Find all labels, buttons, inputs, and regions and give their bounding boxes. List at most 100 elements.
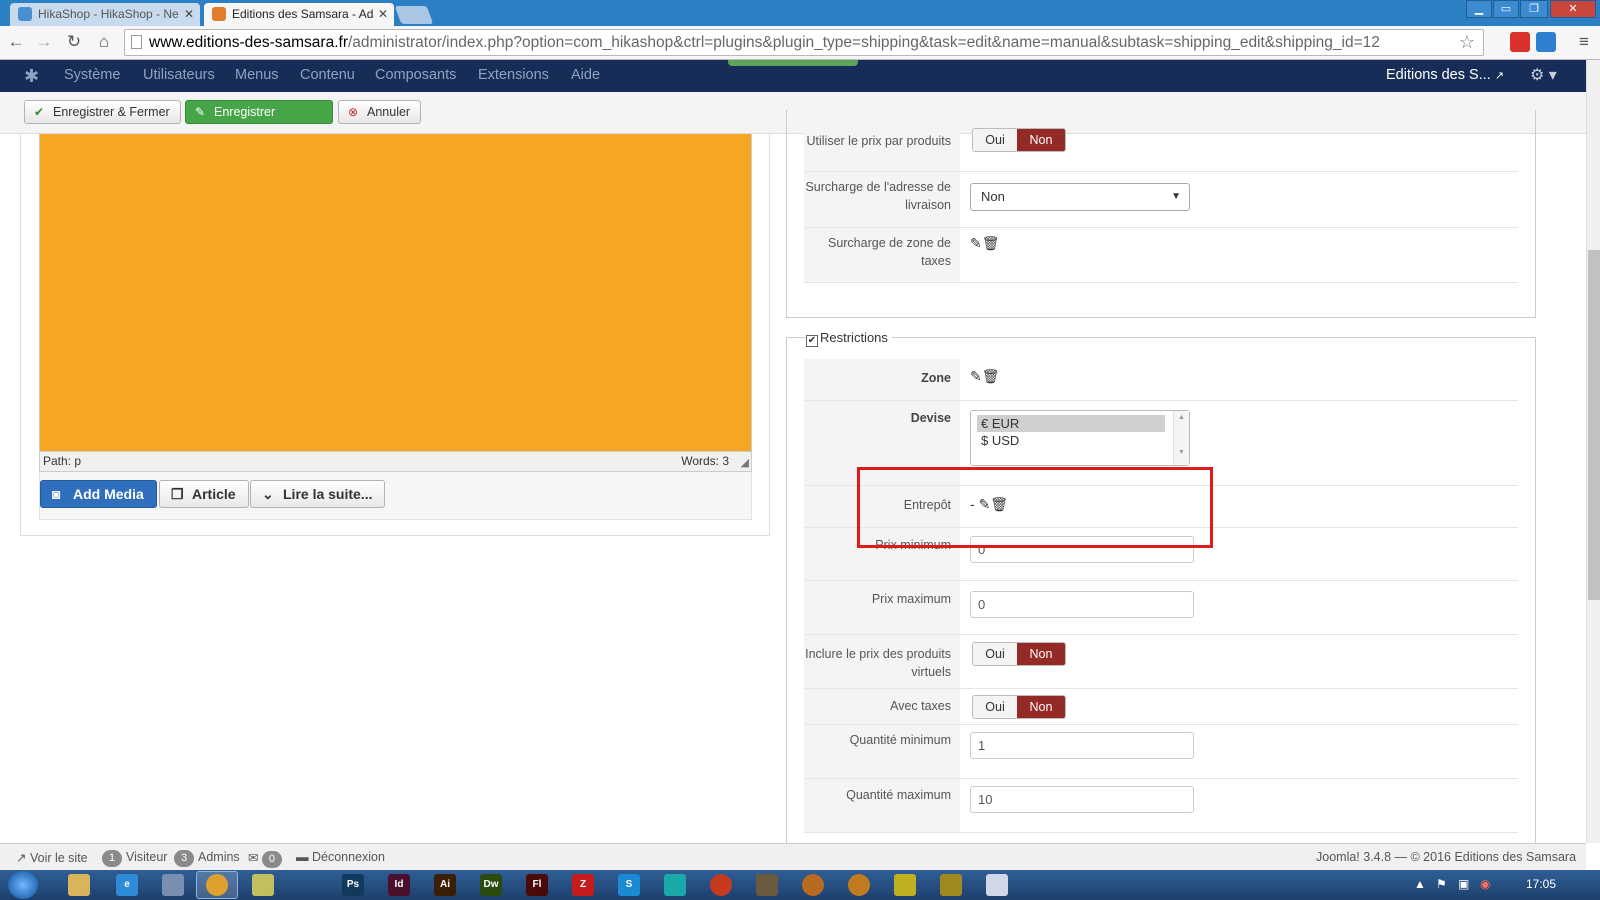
editor-content-area[interactable] <box>39 134 752 452</box>
messages-status[interactable]: ✉ 0 <box>248 850 286 868</box>
network-icon[interactable] <box>162 874 184 896</box>
scroll-down-icon[interactable]: ▼ <box>1174 449 1189 456</box>
resize-handle-icon[interactable]: ◢ <box>741 454 749 473</box>
restrictions-legend[interactable]: ✔ Restrictions <box>806 330 892 347</box>
toggle-yes[interactable]: Oui <box>973 696 1017 718</box>
app-icon[interactable] <box>986 874 1008 896</box>
readmore-button[interactable]: ⌄ Lire la suite... <box>250 480 386 508</box>
window-restore-button[interactable]: ▭ <box>1493 0 1519 18</box>
browser-tab-editions[interactable]: Editions des Samsara - Ad ✕ <box>204 3 394 26</box>
toggle-yes[interactable]: Oui <box>973 643 1017 665</box>
app-icon[interactable] <box>848 874 870 896</box>
home-icon[interactable]: ⌂ <box>94 32 114 52</box>
address-bar[interactable]: www.editions-des-samsara.fr/administrato… <box>124 29 1484 56</box>
gimp-icon[interactable] <box>756 874 778 896</box>
row-tax-zone: Surcharge de zone de taxes ✎🗑 <box>804 228 1518 283</box>
menu-utilisateurs[interactable]: Utilisateurs <box>143 67 215 83</box>
window-close-button[interactable]: ✕ <box>1550 0 1596 18</box>
include-virtual-toggle[interactable]: Oui Non <box>972 642 1066 666</box>
currency-option-eur[interactable]: € EUR <box>977 415 1165 432</box>
view-site-link[interactable]: ↗ Voir le site <box>16 850 88 865</box>
forward-icon[interactable]: → <box>34 32 54 52</box>
internet-explorer-icon[interactable]: e <box>116 874 138 896</box>
tray-app-icon[interactable]: ◉ <box>1480 877 1490 891</box>
explorer-icon[interactable] <box>68 874 90 896</box>
firefox-icon[interactable] <box>710 874 732 896</box>
edit-pencil-icon[interactable]: ✎ <box>970 235 982 251</box>
save-button[interactable]: ✎ Enregistrer <box>185 100 333 124</box>
tray-expand-icon[interactable]: ▲ <box>1414 877 1426 891</box>
menu-contenu[interactable]: Contenu <box>300 67 355 83</box>
scroll-up-icon[interactable]: ▲ <box>1174 414 1189 421</box>
article-button[interactable]: ❐ Article <box>159 480 249 508</box>
toggle-yes[interactable]: Oui <box>973 129 1017 151</box>
add-media-button[interactable]: ◙ Add Media <box>40 480 157 508</box>
action-center-flag-icon[interactable]: ⚑ <box>1436 877 1447 891</box>
extension-icon[interactable] <box>1510 32 1530 52</box>
external-link-icon: ↗ <box>16 851 27 865</box>
zone-actions: ✎🗑 <box>970 368 1000 385</box>
page-scrollbar[interactable] <box>1586 60 1600 843</box>
toggle-no[interactable]: Non <box>1017 129 1065 151</box>
app-icon[interactable] <box>940 874 962 896</box>
max-qty-input[interactable]: 10 <box>970 786 1194 813</box>
bookmark-star-icon[interactable]: ☆ <box>1459 32 1475 53</box>
cancel-button[interactable]: ⊗ Annuler <box>338 100 422 124</box>
illustrator-icon[interactable]: Ai <box>434 874 456 896</box>
tray-app-icon[interactable]: ▣ <box>1458 877 1469 891</box>
logout-link[interactable]: ▬ Déconnexion <box>296 850 385 864</box>
save-close-button[interactable]: ✔ Enregistrer & Fermer <box>24 100 181 124</box>
menu-composants[interactable]: Composants <box>375 67 456 83</box>
gear-icon[interactable]: ⚙ ▾ <box>1530 65 1557 85</box>
window-minimize-button[interactable]: ▁ <box>1466 0 1492 18</box>
edit-pencil-icon[interactable]: ✎ <box>970 368 982 384</box>
browser-tab-hikashop[interactable]: HikaShop - HikaShop - Ne ✕ <box>10 3 200 26</box>
menu-extensions[interactable]: Extensions <box>478 67 549 83</box>
skype-icon[interactable]: S <box>618 874 640 896</box>
toggle-no[interactable]: Non <box>1017 696 1065 718</box>
new-tab-button[interactable] <box>394 6 434 24</box>
app-icon[interactable] <box>894 874 916 896</box>
dreamweaver-icon[interactable]: Dw <box>480 874 502 896</box>
notepad-icon[interactable] <box>252 874 274 896</box>
listbox-scrollbar[interactable]: ▲ ▼ <box>1173 411 1189 465</box>
trash-icon[interactable]: 🗑 <box>982 368 1000 384</box>
page-scrollbar-thumb[interactable] <box>1588 250 1600 600</box>
address-override-select[interactable]: Non ▼ <box>970 183 1190 211</box>
joomla-logo-icon[interactable]: ✱ <box>24 66 39 87</box>
tab-close-icon[interactable]: ✕ <box>184 3 194 25</box>
chrome-icon[interactable] <box>206 874 228 896</box>
url-text[interactable]: www.editions-des-samsara.fr/administrato… <box>149 34 1380 52</box>
site-link[interactable]: Editions des S... ↗ <box>1386 67 1504 83</box>
photoshop-icon[interactable]: Ps <box>342 874 364 896</box>
extension-icon[interactable] <box>1536 32 1556 52</box>
max-price-input[interactable]: 0 <box>970 591 1194 618</box>
notification-strip <box>728 60 858 66</box>
taskbar-clock[interactable]: 17:05 <box>1526 877 1556 891</box>
article-icon: ❐ <box>171 486 184 502</box>
windows-start-icon[interactable] <box>8 871 38 899</box>
price-per-product-toggle[interactable]: Oui Non <box>972 128 1066 152</box>
filezilla-icon[interactable]: Z <box>572 874 594 896</box>
menu-aide[interactable]: Aide <box>571 67 600 83</box>
reload-icon[interactable]: ↻ <box>64 32 84 52</box>
back-icon[interactable]: ← <box>6 32 26 52</box>
toggle-no[interactable]: Non <box>1017 643 1065 665</box>
browser-menu-icon[interactable]: ≡ <box>1574 32 1594 52</box>
with-taxes-toggle[interactable]: Oui Non <box>972 695 1066 719</box>
currency-listbox[interactable]: € EUR $ USD ▲ ▼ <box>970 410 1190 466</box>
indesign-icon[interactable]: Id <box>388 874 410 896</box>
remote-desktop-icon[interactable] <box>664 874 686 896</box>
app-icon[interactable] <box>802 874 824 896</box>
window-maximize-button[interactable]: ❐ <box>1520 0 1548 18</box>
admins-status[interactable]: 3 Admins <box>174 850 240 867</box>
min-qty-input[interactable]: 1 <box>970 732 1194 759</box>
menu-menus[interactable]: Menus <box>235 67 279 83</box>
menu-systeme[interactable]: Système <box>64 67 120 83</box>
trash-icon[interactable]: 🗑 <box>982 235 1000 251</box>
tab-close-icon[interactable]: ✕ <box>378 3 388 25</box>
flash-icon[interactable]: Fl <box>526 874 548 896</box>
visitors-status[interactable]: 1 Visiteur <box>102 850 167 867</box>
restrictions-checkbox[interactable]: ✔ <box>806 335 818 347</box>
currency-option-usd[interactable]: $ USD <box>977 432 1165 449</box>
